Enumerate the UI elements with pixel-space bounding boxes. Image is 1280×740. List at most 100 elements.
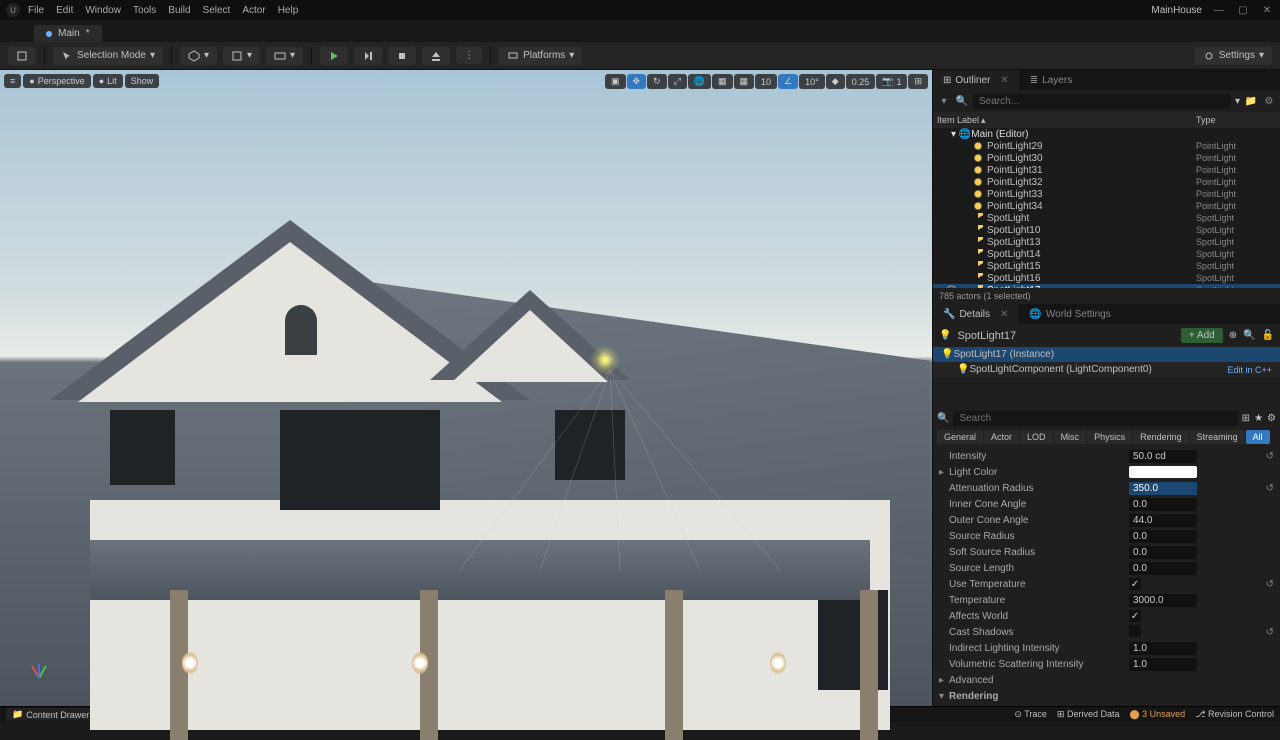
prop-softsource-input[interactable]: [1129, 546, 1197, 559]
prop-volumetric-input[interactable]: [1129, 658, 1197, 671]
prop-intensity-input[interactable]: [1129, 450, 1197, 463]
prop-sourcelen-input[interactable]: [1129, 562, 1197, 575]
angle-snap-value[interactable]: 10°: [799, 74, 825, 89]
unsaved-indicator[interactable]: ⬤ 3 Unsaved: [1129, 709, 1185, 720]
reset-icon[interactable]: ↺: [1266, 451, 1274, 462]
menu-window[interactable]: Window: [85, 5, 121, 16]
component-root[interactable]: 💡 SpotLight17 (Instance): [933, 347, 1280, 362]
grid-snap-value[interactable]: 10: [755, 74, 777, 89]
scale-snap-toggle[interactable]: ◆: [826, 74, 845, 89]
platforms-dropdown[interactable]: Platforms ▾: [499, 47, 582, 65]
outliner-row[interactable]: SpotLightSpotLight: [933, 212, 1280, 224]
show-dropdown[interactable]: Show: [125, 74, 160, 88]
property-list[interactable]: Intensity↺ ▸Light Color Attenuation Radi…: [933, 448, 1280, 706]
reset-icon[interactable]: ↺: [1266, 579, 1274, 590]
prop-outercone-input[interactable]: [1129, 514, 1197, 527]
menu-file[interactable]: File: [28, 5, 44, 16]
world-row[interactable]: ▾ 🌐 Main (Editor): [933, 128, 1280, 140]
menu-actor[interactable]: Actor: [242, 5, 265, 16]
cat-physics[interactable]: Physics: [1087, 430, 1132, 444]
content-drawer-button[interactable]: 📁 Content Drawer: [6, 708, 95, 721]
revision-control-button[interactable]: ⎇ Revision Control: [1195, 709, 1274, 720]
minimize-button[interactable]: —: [1212, 3, 1226, 17]
rotate-tool-button[interactable]: ↻: [647, 74, 667, 89]
cinematics-dropdown[interactable]: ▾: [266, 47, 303, 65]
cat-rendering[interactable]: Rendering: [1133, 430, 1189, 444]
reset-icon[interactable]: ↺: [1266, 483, 1274, 494]
blueprints-dropdown[interactable]: ▾: [223, 47, 260, 65]
viewport-menu-button[interactable]: ≡: [4, 74, 21, 88]
menu-build[interactable]: Build: [168, 5, 190, 16]
lock-icon[interactable]: 🔓: [1262, 330, 1274, 341]
play-button[interactable]: [320, 47, 348, 65]
menu-edit[interactable]: Edit: [56, 5, 73, 16]
outliner-row[interactable]: SpotLight16SpotLight: [933, 272, 1280, 284]
expand-icon[interactable]: ▾: [939, 691, 949, 702]
level-tab-main[interactable]: Main*: [34, 25, 102, 42]
menu-tools[interactable]: Tools: [133, 5, 156, 16]
prop-castshadows-checkbox[interactable]: [1129, 625, 1141, 637]
actor-name[interactable]: SpotLight17: [957, 330, 1174, 342]
details-search-input[interactable]: [953, 411, 1237, 426]
column-type[interactable]: Type: [1196, 115, 1276, 125]
new-folder-icon[interactable]: 📁: [1244, 94, 1258, 108]
select-tool-button[interactable]: ▣: [605, 74, 626, 89]
cat-all[interactable]: All: [1246, 430, 1270, 444]
viewport[interactable]: ≡ ● Perspective ● Lit Show ▣ ✥ ↻ ⤢ 🌐 ▦ ▦…: [0, 70, 932, 706]
console-input[interactable]: [229, 709, 409, 721]
outliner-search-input[interactable]: [973, 94, 1231, 109]
outliner-row[interactable]: PointLight33PointLight: [933, 188, 1280, 200]
expand-icon[interactable]: ▸: [939, 467, 949, 478]
close-icon[interactable]: ✕: [1000, 309, 1008, 320]
trace-button[interactable]: ⊙ Trace: [1014, 709, 1047, 720]
add-component-button[interactable]: + Add: [1181, 328, 1223, 343]
output-log-button[interactable]: 📋 Output Log: [103, 708, 174, 721]
outliner-row[interactable]: SpotLight10SpotLight: [933, 224, 1280, 236]
play-options-dropdown[interactable]: ⋮: [456, 47, 482, 64]
prop-temperature-input[interactable]: [1129, 594, 1197, 607]
translate-tool-button[interactable]: ✥: [627, 74, 647, 89]
menu-select[interactable]: Select: [203, 5, 231, 16]
menu-help[interactable]: Help: [278, 5, 299, 16]
stop-button[interactable]: [388, 47, 416, 65]
eject-button[interactable]: [422, 47, 450, 65]
details-tab[interactable]: 🔧 Details✕: [933, 304, 1018, 324]
viewport-layout-button[interactable]: ⊞: [908, 74, 928, 89]
spotlight-gizmo[interactable]: [590, 345, 620, 375]
scale-tool-button[interactable]: ⤢: [668, 74, 687, 89]
outliner-row[interactable]: PointLight34PointLight: [933, 200, 1280, 212]
prop-attenuation-input[interactable]: [1129, 482, 1197, 495]
outliner-row[interactable]: PointLight32PointLight: [933, 176, 1280, 188]
add-content-dropdown[interactable]: ▾: [180, 47, 217, 65]
cat-misc[interactable]: Misc: [1054, 430, 1087, 444]
outliner-list[interactable]: ▾ 🌐 Main (Editor) PointLight29PointLight…: [933, 128, 1280, 288]
layers-tab[interactable]: ≣ Layers: [1020, 70, 1082, 90]
property-matrix-icon[interactable]: ⊞: [1242, 413, 1250, 424]
prop-indirect-input[interactable]: [1129, 642, 1197, 655]
save-button[interactable]: [8, 47, 36, 65]
maximize-button[interactable]: ▢: [1236, 3, 1250, 17]
scale-snap-value[interactable]: 0.25: [846, 74, 876, 89]
close-button[interactable]: ✕: [1260, 3, 1274, 17]
coord-space-button[interactable]: 🌐: [688, 74, 711, 89]
settings-dropdown[interactable]: Settings ▾: [1195, 47, 1272, 65]
reset-icon[interactable]: ↺: [1266, 627, 1274, 638]
outliner-row[interactable]: SpotLight14SpotLight: [933, 248, 1280, 260]
prop-lightcolor-swatch[interactable]: [1129, 466, 1197, 478]
cat-actor[interactable]: Actor: [984, 430, 1019, 444]
edit-in-cpp-link[interactable]: Edit in C++: [1227, 365, 1272, 375]
cmd-dropdown[interactable]: Cmd ▾: [182, 708, 221, 721]
outliner-row[interactable]: PointLight29PointLight: [933, 140, 1280, 152]
angle-snap-toggle[interactable]: ∠: [778, 74, 798, 89]
prop-advanced-label[interactable]: Advanced: [949, 675, 1129, 686]
world-settings-tab[interactable]: 🌐 World Settings: [1019, 304, 1120, 324]
prop-usetemp-checkbox[interactable]: ✓: [1129, 578, 1141, 590]
filter-icon[interactable]: ▾: [937, 94, 951, 108]
favorite-icon[interactable]: ★: [1254, 413, 1263, 424]
close-icon[interactable]: ✕: [1000, 75, 1008, 86]
perspective-dropdown[interactable]: ● Perspective: [23, 74, 90, 88]
skip-button[interactable]: [354, 47, 382, 65]
prop-affects-checkbox[interactable]: ✓: [1129, 610, 1141, 622]
gear-icon[interactable]: ⚙: [1267, 413, 1276, 424]
outliner-row[interactable]: SpotLight13SpotLight: [933, 236, 1280, 248]
